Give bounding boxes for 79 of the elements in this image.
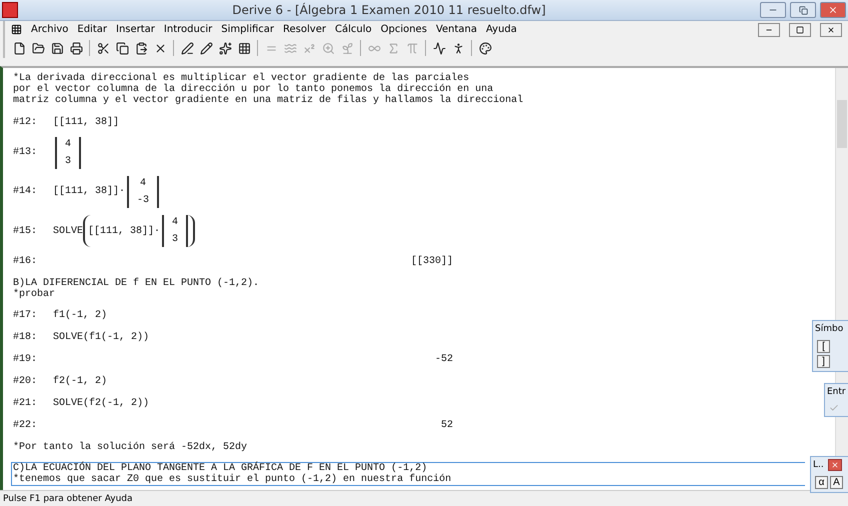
menu-item[interactable]: Opciones bbox=[380, 24, 427, 35]
restore-button[interactable] bbox=[789, 22, 811, 36]
menu-item[interactable]: Editar bbox=[77, 24, 107, 35]
line-label: #14: bbox=[13, 186, 38, 198]
check-icon[interactable] bbox=[829, 403, 839, 413]
math-text: [[111, 38]] bbox=[53, 116, 120, 128]
print-icon[interactable] bbox=[68, 40, 84, 56]
letter-key[interactable]: A bbox=[830, 476, 843, 489]
comment-line: *tenemos que sacar Z0 que es sustituir el punto (-1,2) en nuestra función bbox=[13, 474, 452, 485]
comment-line: por el vector columna de la dirección u por lo tanto ponemos la dirección en una bbox=[13, 84, 494, 95]
result-value: [[330]] bbox=[410, 256, 453, 268]
window-title: Derive 6 - [Álgebra 1 Examen 2010 11 resuelto.dfw] bbox=[231, 3, 547, 17]
menu-item[interactable]: Simplificar bbox=[221, 24, 274, 35]
app-icon bbox=[2, 2, 18, 18]
palette-title: Entr bbox=[827, 387, 846, 397]
copy-icon[interactable] bbox=[114, 40, 130, 56]
close-button[interactable] bbox=[820, 22, 842, 36]
comment-line: C)LA ECUACIÓN DEL PLANO TANGENTE A LA GRÁFICA DE F EN EL PUNTO (-1,2) bbox=[13, 462, 428, 474]
comment-line: *La derivada direccional es multiplicar el vector gradiente de las parciales bbox=[13, 73, 470, 84]
restore-icon bbox=[798, 6, 808, 14]
line-label: #18: bbox=[13, 332, 38, 344]
line-label: #21: bbox=[13, 398, 38, 410]
math-text: f2(-1, 2) bbox=[53, 376, 108, 388]
comment-line: *Por tanto la solución será -52dx, 52dy bbox=[13, 442, 248, 453]
line-label: #22: bbox=[13, 420, 38, 432]
close-button[interactable] bbox=[828, 459, 842, 471]
matrix: 4 -3 bbox=[127, 176, 160, 208]
comment-block[interactable]: *Por tanto la solución será -52dx, 52dy bbox=[11, 440, 805, 454]
line-label: #16: bbox=[13, 256, 38, 268]
minimize-button[interactable] bbox=[758, 22, 780, 36]
save-icon[interactable] bbox=[49, 40, 65, 56]
menu-item[interactable]: Resolver bbox=[283, 24, 326, 35]
math-text: [[111, 38]]· bbox=[53, 186, 126, 198]
symbol-key[interactable]: ] bbox=[817, 355, 830, 368]
pen-icon[interactable] bbox=[179, 40, 195, 56]
folder-icon[interactable] bbox=[30, 40, 46, 56]
line-label: #17: bbox=[13, 310, 38, 322]
menu-item[interactable]: Ventana bbox=[436, 24, 478, 35]
line-label: #13: bbox=[13, 147, 38, 158]
scissors-icon[interactable] bbox=[95, 40, 111, 56]
palette-title: Símbo bbox=[815, 324, 844, 334]
menu-item[interactable]: Ayuda bbox=[486, 24, 517, 35]
math-text: SOLVE(f1(-1, 2)) bbox=[53, 332, 150, 344]
comment-line: *probar bbox=[13, 288, 56, 300]
menu-item[interactable]: Insertar bbox=[116, 24, 155, 35]
close-icon bbox=[830, 461, 839, 469]
comment-line: B)LA DIFERENCIAL DE f EN EL PUNTO (-1,2). bbox=[13, 278, 260, 289]
comment-block[interactable]: B)LA DIFERENCIAL DE f EN EL PUNTO (-1,2). *probar bbox=[11, 276, 805, 301]
palette-icon[interactable] bbox=[477, 40, 493, 56]
math-text: SOLVE(f2(-1, 2)) bbox=[53, 398, 150, 410]
sparkle-icon[interactable] bbox=[217, 40, 233, 56]
math-text: [[111, 38]]· bbox=[88, 226, 160, 237]
pencil-icon[interactable] bbox=[198, 40, 214, 56]
line-label: #20: bbox=[13, 376, 38, 388]
palette-title: L.. bbox=[813, 460, 824, 470]
plot-icon[interactable] bbox=[431, 40, 447, 56]
grid-icon[interactable] bbox=[236, 40, 252, 56]
matrix: 4 3 bbox=[162, 215, 188, 248]
restore-button[interactable] bbox=[790, 2, 816, 18]
line-label: #15: bbox=[13, 226, 38, 237]
close-icon bbox=[827, 26, 835, 34]
line-label: #19: bbox=[13, 354, 38, 366]
line-label: #12: bbox=[13, 116, 38, 128]
document-icon bbox=[11, 24, 22, 35]
math-text: f1(-1, 2) bbox=[53, 310, 108, 322]
comment-block[interactable]: C)LA ECUACIÓN DEL PLANO TANGENTE A LA GRÁFICA DE F EN EL PUNTO (-1,2) *tenemos que sacar Z0 que es sustituir el punto (-1,2) en nuestra función bbox=[11, 462, 805, 486]
matrix: 4 3 bbox=[55, 136, 82, 169]
math-text: SOLVE bbox=[53, 226, 84, 237]
menu-item[interactable]: Archivo bbox=[31, 24, 68, 35]
result-value: 52 bbox=[440, 420, 453, 432]
menu-item[interactable]: Cálculo bbox=[334, 24, 372, 35]
menu-item[interactable]: Introducir bbox=[164, 24, 212, 35]
letter-key[interactable]: α bbox=[815, 476, 828, 489]
close-icon bbox=[828, 5, 838, 15]
restore-icon bbox=[796, 26, 804, 34]
scroll-thumb[interactable] bbox=[837, 100, 847, 148]
result-value: -52 bbox=[434, 354, 453, 366]
symbol-key[interactable]: [ bbox=[817, 340, 830, 353]
comment-line: matriz columna y el vector gradiente en una matriz de filas y hallamos la direccional bbox=[13, 95, 524, 106]
